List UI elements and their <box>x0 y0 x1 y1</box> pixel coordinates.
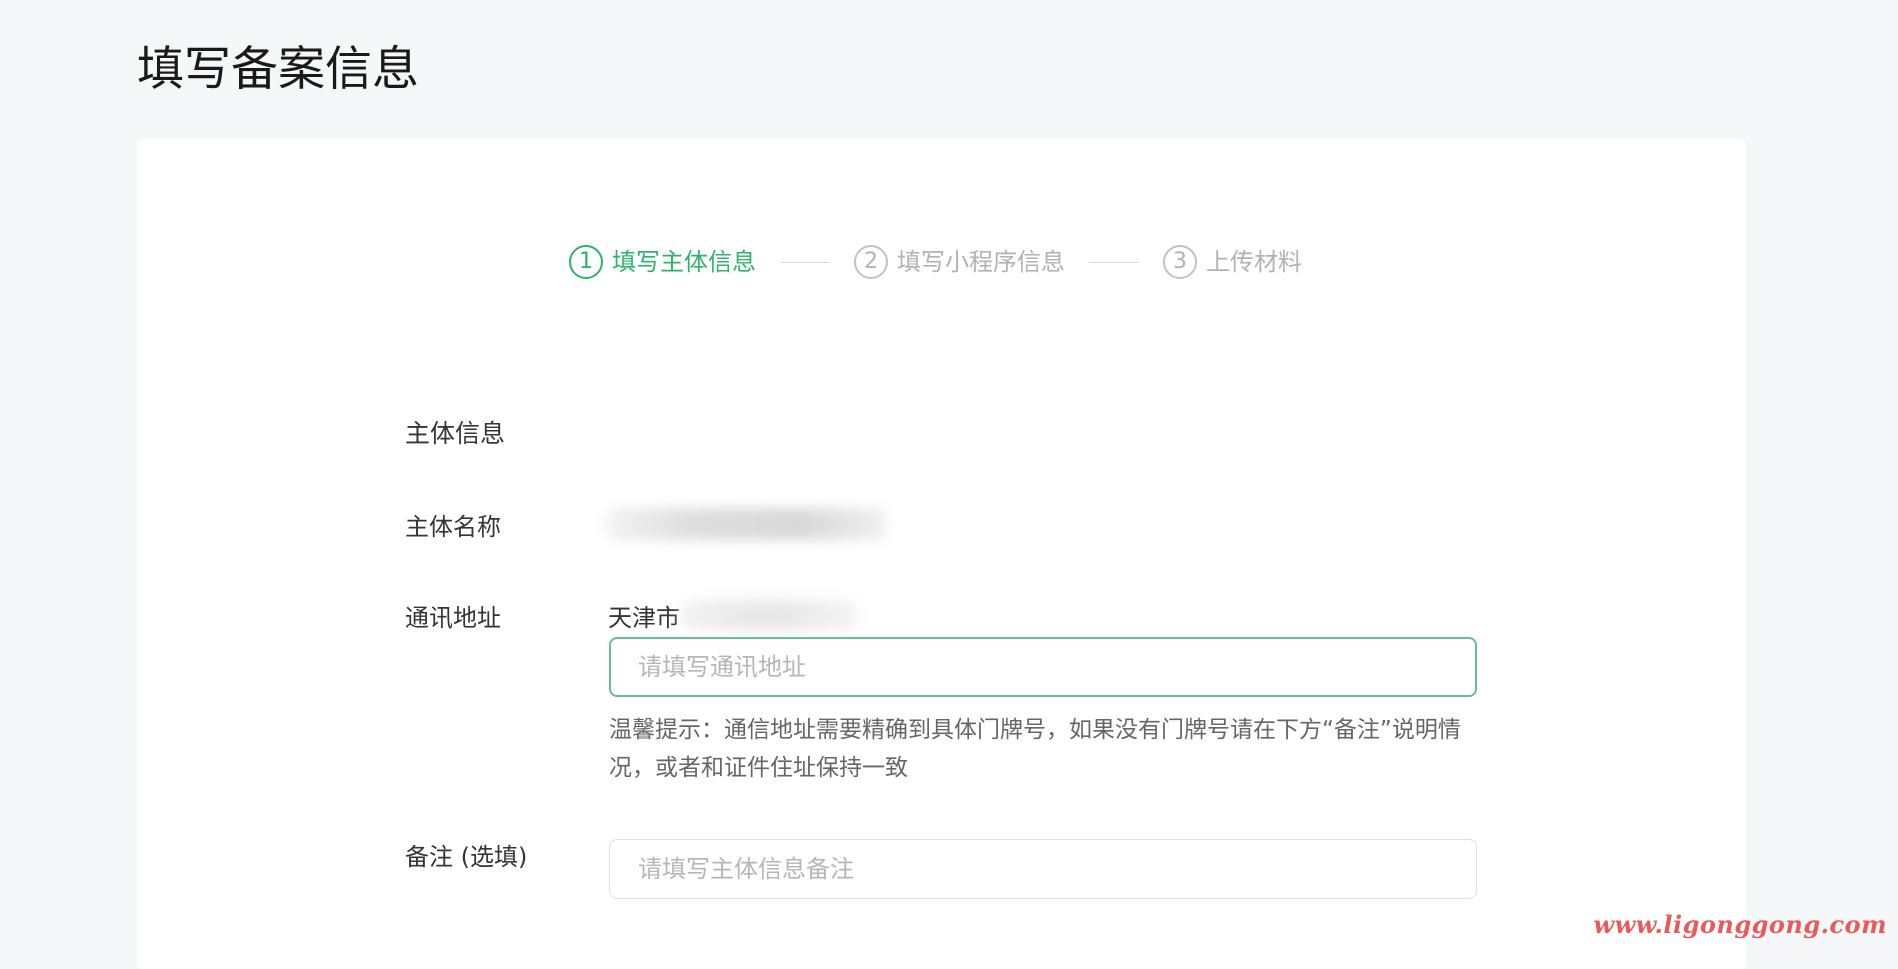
section-title: 主体信息 <box>405 419 506 448</box>
address-input-wrapper <box>609 637 1477 697</box>
step-3: 3 上传材料 <box>1163 244 1302 280</box>
step-2-number: 2 <box>854 245 888 279</box>
address-label: 通讯地址 <box>405 604 501 632</box>
remark-input-wrapper <box>609 839 1477 899</box>
address-region: 天津市 <box>608 604 680 632</box>
address-region-blurred <box>682 600 857 630</box>
remark-label: 备注 (选填) <box>405 843 528 871</box>
step-2-label: 填写小程序信息 <box>897 248 1065 276</box>
step-3-label: 上传材料 <box>1206 248 1302 276</box>
step-2: 2 填写小程序信息 <box>854 244 1065 280</box>
step-connector <box>1089 261 1139 263</box>
step-indicator: 1 填写主体信息 2 填写小程序信息 3 上传材料 <box>569 244 1302 280</box>
address-hint: 温馨提示：通信地址需要精确到具体门牌号，如果没有门牌号请在下方“备注”说明情况，… <box>609 717 1461 781</box>
address-input[interactable] <box>638 653 1475 681</box>
watermark: www.ligonggong.com <box>1593 910 1887 939</box>
step-1-number: 1 <box>569 245 603 279</box>
step-3-number: 3 <box>1163 245 1197 279</box>
step-1-label: 填写主体信息 <box>612 248 756 276</box>
remark-input[interactable] <box>638 855 1476 883</box>
step-connector <box>780 261 830 263</box>
entity-name-value-blurred <box>606 508 886 540</box>
step-1: 1 填写主体信息 <box>569 244 756 280</box>
entity-name-label: 主体名称 <box>405 513 501 541</box>
page-title: 填写备案信息 <box>137 42 419 97</box>
